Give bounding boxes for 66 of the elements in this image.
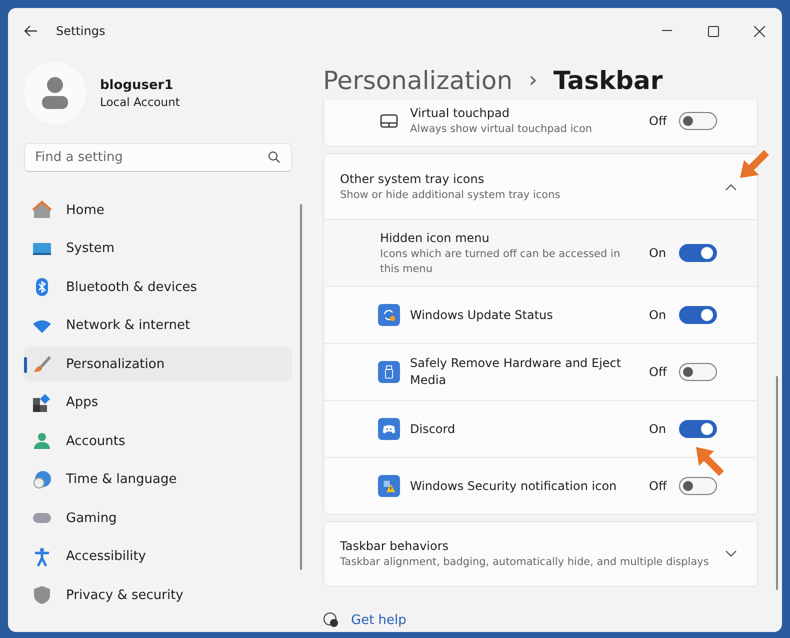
user-name: bloguser1 xyxy=(100,78,174,92)
account-type: Local Account xyxy=(100,94,180,108)
toggle-switch[interactable] xyxy=(679,420,717,438)
maximize-icon[interactable] xyxy=(708,26,718,36)
scrollbar[interactable] xyxy=(300,204,302,570)
search-icon[interactable] xyxy=(268,151,280,163)
person-icon xyxy=(32,431,52,451)
sidebar-item[interactable]: Personalization xyxy=(24,347,292,381)
shield-icon xyxy=(32,585,52,605)
setting-title: Discord xyxy=(410,420,456,438)
sidebar-item[interactable]: Time & language xyxy=(24,462,292,496)
chevron-icon[interactable] xyxy=(725,550,737,558)
apps-icon xyxy=(32,392,52,412)
usb-drive-icon xyxy=(378,361,400,383)
sidebar-item[interactable]: Apps xyxy=(24,386,292,420)
toggle-switch[interactable] xyxy=(679,306,717,324)
sidebar-item[interactable]: Home xyxy=(24,193,292,227)
chevron-icon[interactable] xyxy=(725,182,737,190)
toggle-state: On xyxy=(649,422,668,436)
minimize-icon[interactable] xyxy=(662,30,672,32)
scrollbar[interactable] xyxy=(776,376,778,590)
sidebar-item[interactable]: Gaming xyxy=(24,501,292,535)
setting-description: Always show virtual touchpad icon xyxy=(410,122,594,137)
toggle-switch[interactable] xyxy=(679,363,717,381)
house-icon xyxy=(32,200,52,220)
expander-header[interactable]: Other system tray icons Show or hide additional system tray icons xyxy=(324,154,757,219)
paintbrush-icon xyxy=(32,354,52,374)
setting-title: Safely Remove Hardware and Eject Media xyxy=(410,355,622,389)
toggle-switch[interactable] xyxy=(679,477,717,495)
back-arrow-icon[interactable] xyxy=(24,25,38,37)
game-controller-icon xyxy=(378,418,400,440)
toggle-state: Off xyxy=(649,114,668,128)
refresh-icon xyxy=(378,304,400,326)
expander-header[interactable]: Taskbar behaviors Taskbar alignment, badging, automatically hide, and multiple displays xyxy=(324,522,757,586)
sidebar-item[interactable]: Privacy & security xyxy=(24,578,292,612)
toggle-state: On xyxy=(649,246,668,260)
setting-title: Taskbar behaviors xyxy=(340,538,450,555)
setting-title: Windows Security notification icon xyxy=(410,478,618,494)
window-title: Settings xyxy=(56,24,106,38)
breadcrumb-separator: › xyxy=(528,68,538,92)
page-title: Taskbar xyxy=(553,66,663,94)
setting-description: Taskbar alignment, badging, automatically hide, and multiple displays xyxy=(340,555,710,570)
toggle-switch[interactable] xyxy=(679,112,717,130)
help-link[interactable]: Get help xyxy=(351,612,406,628)
toggle-state: Off xyxy=(649,479,668,493)
sidebar-item[interactable]: Network & internet xyxy=(24,308,292,342)
touchpad-icon xyxy=(380,114,398,128)
accessibility-icon xyxy=(32,546,52,566)
toggle-state: Off xyxy=(649,365,668,379)
setting-title: Virtual touchpad xyxy=(410,105,510,122)
setting-title: Other system tray icons xyxy=(340,170,486,188)
globe-clock-icon xyxy=(32,470,52,490)
toggle-state: On xyxy=(649,308,668,322)
close-icon[interactable] xyxy=(754,26,764,36)
setting-title: Windows Update Status xyxy=(410,306,554,324)
sidebar-item[interactable]: Accessibility xyxy=(24,540,292,574)
warning-icon xyxy=(378,475,400,497)
sidebar-item[interactable]: Bluetooth & devices xyxy=(24,270,292,304)
toggle-switch[interactable] xyxy=(679,244,717,262)
breadcrumb-link[interactable]: Personalization xyxy=(323,66,513,94)
search-field[interactable]: Find a setting xyxy=(24,143,292,172)
setting-title: Hidden icon menu xyxy=(380,230,490,246)
sidebar-item[interactable]: Accounts xyxy=(24,424,292,458)
setting-description: Icons which are turned off can be accessed in this menu xyxy=(380,246,622,276)
setting-description: Show or hide additional system tray icons xyxy=(340,188,562,202)
sidebar-item[interactable]: System xyxy=(24,232,292,266)
